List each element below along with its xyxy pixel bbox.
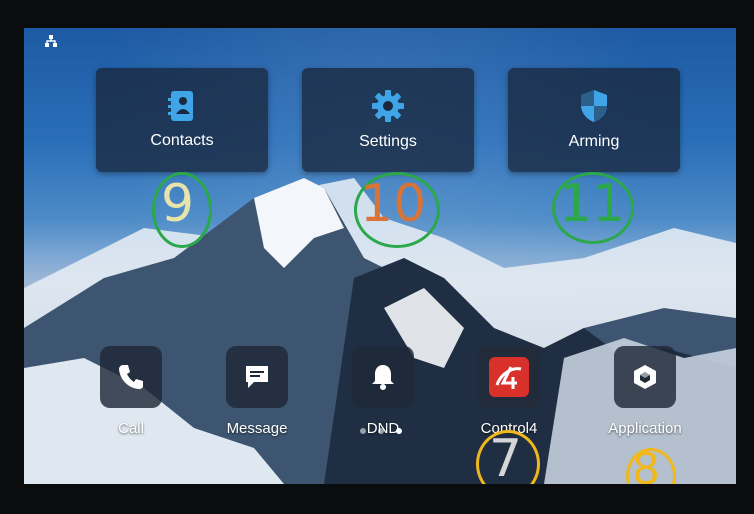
arming-label: Arming [568, 133, 620, 150]
page-dot[interactable] [378, 428, 384, 434]
page-dot-active[interactable] [396, 428, 402, 434]
contacts-label: Contacts [150, 132, 214, 149]
page-indicator[interactable] [360, 428, 402, 434]
annotation-7: 7 [489, 429, 523, 484]
dock-item-dnd[interactable]: DND [338, 346, 428, 456]
message-icon [246, 366, 268, 388]
control4-button[interactable] [478, 346, 540, 408]
call-button[interactable] [100, 346, 162, 408]
message-label: Message [226, 420, 288, 437]
shield-icon [581, 90, 607, 122]
call-label: Call [118, 420, 144, 437]
annotation-10: 10 [360, 174, 427, 234]
dock-item-message[interactable]: Message [212, 346, 302, 456]
cube-icon [634, 365, 656, 389]
network-icon [45, 35, 57, 47]
dock-item-call[interactable]: Call [86, 346, 176, 456]
gear-icon [372, 90, 404, 122]
contacts-tile[interactable]: Contacts [96, 68, 268, 172]
settings-label: Settings [359, 133, 417, 150]
annotation-8: 8 [632, 444, 660, 484]
control4-icon [489, 357, 529, 397]
bell-icon [372, 365, 394, 390]
page-dot[interactable] [360, 428, 366, 434]
home-screen: Contacts Settings Arming 9 10 11 Call Me… [24, 28, 736, 484]
annotation-11: 11 [559, 174, 626, 234]
arming-tile[interactable]: Arming [508, 68, 680, 172]
settings-tile[interactable]: Settings [302, 68, 474, 172]
phone-icon [119, 365, 143, 389]
annotation-9: 9 [161, 174, 195, 234]
contacts-icon [168, 91, 193, 121]
application-label: Application [608, 420, 682, 437]
dnd-button[interactable] [352, 346, 414, 408]
message-button[interactable] [226, 346, 288, 408]
application-button[interactable] [614, 346, 676, 408]
dock-item-application[interactable]: Application [600, 346, 690, 456]
